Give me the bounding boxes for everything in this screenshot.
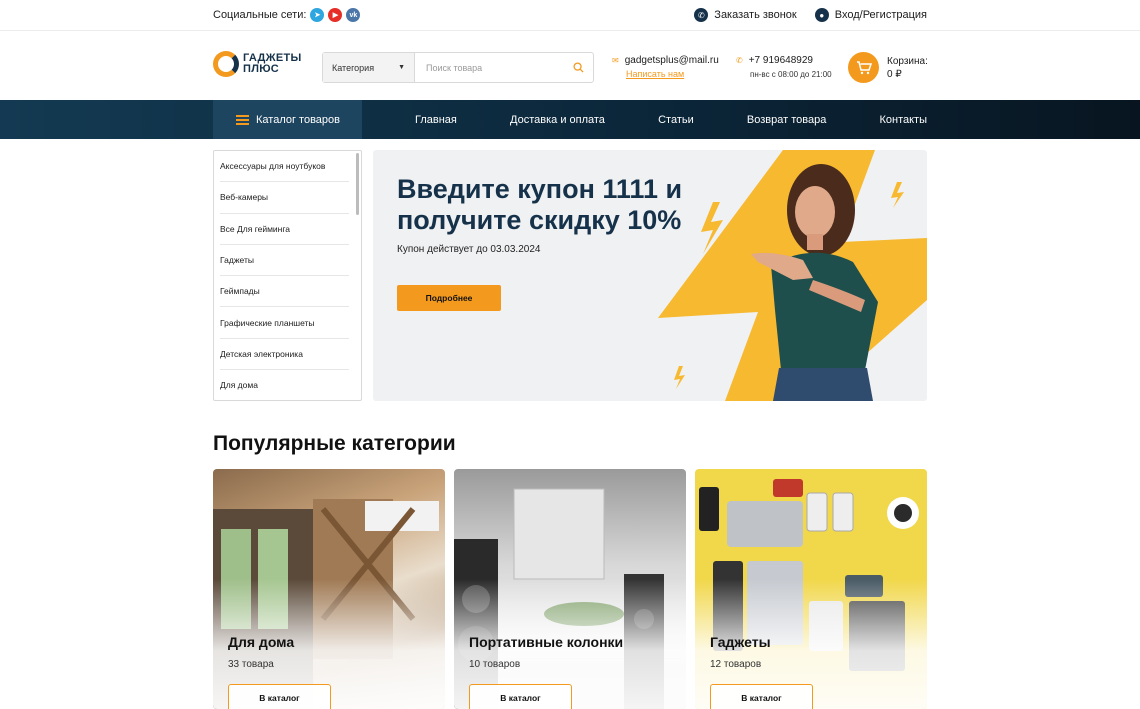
cart-button[interactable]: Корзина: 0 ₽ xyxy=(848,52,928,83)
social-label: Социальные сети: xyxy=(213,9,307,21)
user-icon: ● xyxy=(814,8,829,22)
email-address[interactable]: gadgetsplus@mail.ru xyxy=(625,55,719,66)
login-link[interactable]: ● Вход/Регистрация xyxy=(814,8,927,22)
write-us-link[interactable]: Написать нам xyxy=(626,69,719,79)
card-count: 33 товара xyxy=(228,659,274,670)
menu-icon xyxy=(236,114,249,125)
category-card-speakers[interactable]: Портативные колонки 10 товаров В каталог xyxy=(454,469,686,709)
search-button[interactable] xyxy=(563,53,593,82)
working-hours: пн-вс с 08:00 до 21:00 xyxy=(750,70,832,79)
callback-label: Заказать звонок xyxy=(714,9,797,21)
phone-icon: ✆ xyxy=(736,56,743,65)
category-sidebar: Аксессуары для ноутбуков Веб-камеры Все … xyxy=(213,150,362,401)
cart-icon xyxy=(848,52,879,83)
card-catalog-button[interactable]: В каталог xyxy=(710,684,813,709)
popular-categories-title: Популярные категории xyxy=(213,432,456,455)
nav-link-contacts[interactable]: Контакты xyxy=(879,114,927,126)
card-catalog-button[interactable]: В каталог xyxy=(228,684,331,709)
mail-icon: ✉ xyxy=(612,56,619,65)
sidebar-item-webcams[interactable]: Веб-камеры xyxy=(220,182,349,214)
sidebar-item-graphic-tablets[interactable]: Графические планшеты xyxy=(220,307,349,339)
card-catalog-button[interactable]: В каталог xyxy=(469,684,572,709)
search-icon xyxy=(572,62,584,73)
card-title: Портативные колонки xyxy=(469,634,624,650)
card-count: 12 товаров xyxy=(710,659,762,670)
nav-link-articles[interactable]: Статьи xyxy=(658,114,694,126)
phone-icon: ✆ xyxy=(694,8,709,22)
telegram-icon[interactable]: ➤ xyxy=(310,8,325,22)
sidebar-item-gamepads[interactable]: Геймпады xyxy=(220,276,349,308)
catalog-button[interactable]: Каталог товаров xyxy=(213,100,362,139)
cart-label: Корзина: xyxy=(887,55,928,67)
email-block: ✉ gadgetsplus@mail.ru Написать нам xyxy=(612,55,719,79)
card-count: 10 товаров xyxy=(469,659,521,670)
logo[interactable]: ГАДЖЕТЫ ПЛЮС xyxy=(213,51,302,77)
sidebar-item-kids-electronics[interactable]: Детская электроника xyxy=(220,339,349,371)
card-title: Гаджеты xyxy=(710,634,771,650)
sidebar-item-gadgets[interactable]: Гаджеты xyxy=(220,245,349,277)
category-select[interactable]: Категория ▼ xyxy=(323,53,415,82)
banner-subtitle: Купон действует до 03.03.2024 xyxy=(397,244,541,255)
nav-link-home[interactable]: Главная xyxy=(415,114,457,126)
sidebar-item-gaming[interactable]: Все Для гейминга xyxy=(220,214,349,245)
category-cards: Для дома 33 товара В каталог Портативные… xyxy=(213,469,927,709)
youtube-icon[interactable]: ▶ xyxy=(328,8,343,22)
search-input[interactable] xyxy=(415,53,563,82)
login-label: Вход/Регистрация xyxy=(834,9,927,21)
sidebar-item-home[interactable]: Для дома xyxy=(220,370,349,400)
callback-link[interactable]: ✆ Заказать звонок xyxy=(694,8,797,22)
phone-number[interactable]: +7 919648929 xyxy=(749,55,813,66)
main-nav: Каталог товаров Главная Доставка и оплат… xyxy=(0,100,1140,139)
social-links: Социальные сети: ➤ ▶ vk xyxy=(213,8,361,22)
banner-more-button[interactable]: Подробнее xyxy=(397,285,501,311)
category-select-label: Категория xyxy=(332,62,375,73)
promo-banner: Введите купон 1111 и получите скидку 10%… xyxy=(373,150,927,401)
header: ГАДЖЕТЫ ПЛЮС Категория ▼ ✉ gadgetsplus@m… xyxy=(0,31,1140,100)
logo-line2: ПЛЮС xyxy=(243,63,279,75)
category-card-home[interactable]: Для дома 33 товара В каталог xyxy=(213,469,445,709)
banner-title-line1: Введите купон 1111 и xyxy=(397,174,683,204)
sidebar-item-laptop-accessories[interactable]: Аксессуары для ноутбуков xyxy=(220,151,349,183)
nav-link-delivery[interactable]: Доставка и оплата xyxy=(510,114,605,126)
search-bar: Категория ▼ xyxy=(322,52,594,83)
phone-block: ✆ +7 919648929 пн-вс с 08:00 до 21:00 xyxy=(736,55,832,79)
vk-icon[interactable]: vk xyxy=(346,8,361,22)
nav-link-returns[interactable]: Возврат товара xyxy=(747,114,826,126)
sidebar-scrollbar[interactable] xyxy=(356,153,359,215)
category-card-gadgets[interactable]: Гаджеты 12 товаров В каталог xyxy=(695,469,927,709)
catalog-label: Каталог товаров xyxy=(256,113,340,126)
top-bar: Социальные сети: ➤ ▶ vk ✆ Заказать звоно… xyxy=(0,0,1140,31)
logo-icon xyxy=(213,51,239,77)
card-title: Для дома xyxy=(228,634,295,650)
cart-total: 0 ₽ xyxy=(887,68,902,80)
chevron-down-icon: ▼ xyxy=(398,64,405,71)
banner-title-line2: получите скидку 10% xyxy=(397,205,682,235)
